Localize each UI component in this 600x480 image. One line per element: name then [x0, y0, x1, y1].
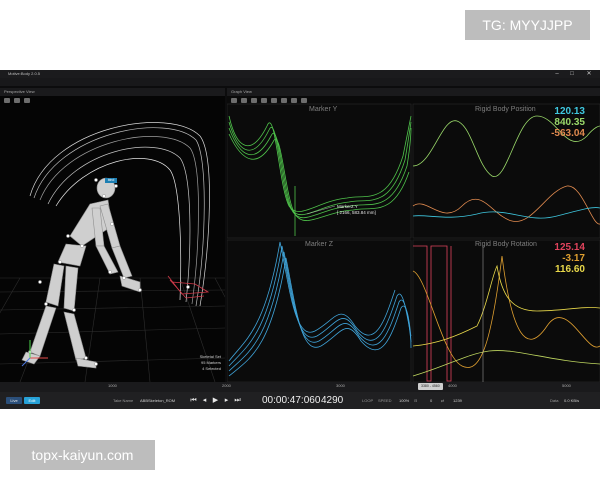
timeline-tick-1000: 1000	[108, 383, 117, 388]
rb-position-x: 120.13	[554, 106, 585, 117]
minimize-icon[interactable]: –	[551, 70, 563, 78]
rb-rotation-z: 116.60	[554, 264, 585, 275]
close-icon[interactable]: ✕	[583, 70, 595, 78]
selection-tag: bind	[105, 178, 117, 183]
graph-view[interactable]: Marker Y Marker Z Rigid Body Position Ri…	[227, 96, 600, 382]
take-label: Take Name	[113, 398, 134, 403]
data-rate: 0.0 KB/s	[564, 398, 580, 403]
graph-panel-title: Graph View	[227, 88, 600, 96]
timeline-scrubber[interactable]: 1000 2000 3000 4000 5000 3380 - 4560	[0, 382, 600, 392]
info-selected: 4 Selected	[202, 366, 221, 371]
timeline-tick-4000: 4000	[448, 383, 457, 388]
transport-bar: Live Edit Take Name ABBSkeleton_ROM ⏮ ◂ …	[0, 392, 600, 409]
data-label: Data	[550, 398, 559, 403]
marker-z-label: Marker Z	[305, 241, 333, 248]
timeline-tick-2000: 2000	[222, 383, 231, 388]
perspective-scene	[0, 122, 225, 382]
perspective-panel-title: Perspective View	[0, 88, 225, 96]
range-start-icon[interactable]: ⊟	[414, 392, 417, 409]
loop-button[interactable]: LOOP	[362, 392, 373, 409]
range-start-field[interactable]: 0	[430, 392, 432, 409]
graph-tooltip: Marker2:Y [ 2166, 583.84 mm]	[337, 204, 376, 216]
tooltip-value: [ 2166, 583.84 mm]	[337, 210, 376, 215]
rb-position-y: 840.35	[554, 117, 585, 128]
step-back-icon[interactable]: ◂	[201, 397, 208, 404]
menu-bar: File Edit View Layout Tools Community He…	[0, 78, 600, 92]
rb-rotation-y: -3.17	[562, 253, 585, 264]
watermark-bottom: topx-kaiyun.com	[10, 440, 155, 470]
skip-back-icon[interactable]: ⏮	[190, 397, 197, 404]
rb-rotation-label: Rigid Body Rotation	[475, 241, 537, 248]
timeline-tick-5000: 5000	[562, 383, 571, 388]
perspective-info: Skeletal Set 95 Markers 4 Selected	[175, 354, 221, 372]
title-bar: Motive:Body 2.0.5 – □ ✕	[0, 70, 600, 78]
watermark-top: TG: MYYJJPP	[465, 10, 590, 40]
play-icon[interactable]: ▶	[212, 397, 219, 404]
perspective-view[interactable]: bind Skeletal Set 95 Markers 4 Selected	[0, 96, 225, 382]
timeline-tick-3000: 3000	[336, 383, 345, 388]
skip-forward-icon[interactable]: ⏭	[234, 397, 241, 404]
graph-title-label: Graph View	[231, 89, 252, 94]
speed-label: SPEED	[378, 398, 392, 403]
range-end-field[interactable]: 1239	[453, 392, 462, 409]
take-name: ABBSkeleton_ROM	[140, 398, 176, 403]
range-marker[interactable]: 3380 - 4560	[418, 383, 443, 390]
rb-position-z: -563.04	[551, 128, 585, 139]
maximize-icon[interactable]: □	[566, 70, 578, 78]
live-mode-button[interactable]: Live	[6, 397, 22, 404]
speed-value[interactable]: 100%	[399, 392, 409, 409]
timecode-display: 00:00:47:060	[262, 395, 321, 406]
range-lock-icon[interactable]: ⇄	[441, 392, 444, 409]
window-title: Motive:Body 2.0.5	[8, 71, 41, 76]
rb-rotation-x: 125.14	[554, 242, 585, 253]
rb-position-label: Rigid Body Position	[475, 106, 536, 113]
frame-display: 4290	[321, 395, 344, 406]
step-forward-icon[interactable]: ▸	[223, 397, 230, 404]
edit-mode-button[interactable]: Edit	[24, 397, 40, 404]
marker-y-label: Marker Y	[309, 106, 338, 113]
app-window: Motive:Body 2.0.5 – □ ✕ File Edit View L…	[0, 70, 600, 409]
